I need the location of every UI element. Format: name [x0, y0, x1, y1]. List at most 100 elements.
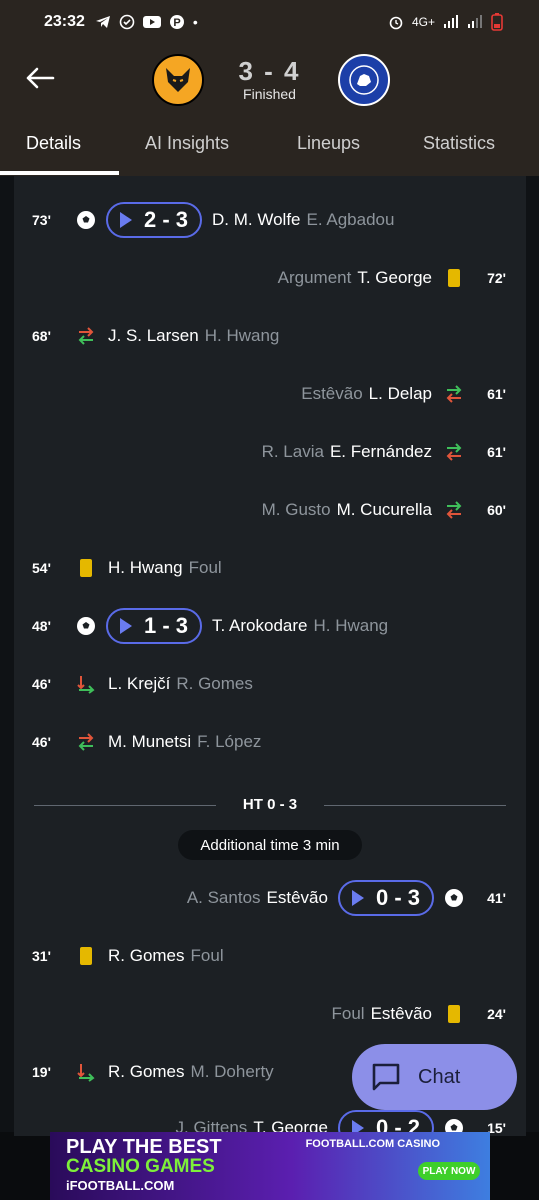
event-minute: 73' [32, 212, 51, 228]
timeline-event[interactable]: Estêvão L. Delap 61' [14, 374, 526, 414]
event-player: H. Hwang [108, 558, 183, 577]
event-minute: 61' [487, 444, 506, 460]
event-minute: 72' [487, 270, 506, 286]
play-icon [120, 212, 132, 228]
timeline-event[interactable]: 46' L. Krejčí R. Gomes [14, 664, 526, 704]
event-player: M. Munetsi [108, 732, 192, 751]
event-player: L. Delap [368, 384, 432, 403]
event-minute: 24' [487, 1006, 506, 1022]
event-secondary: Foul [188, 558, 222, 577]
timeline-event[interactable]: 48' 1 - 3 T. Arokodare H. Hwang [14, 606, 526, 646]
ad-domain: iFOOTBALL.COM [66, 1178, 175, 1193]
timeline-event[interactable]: 46' M. Munetsi F. López [14, 722, 526, 762]
tab-bar: Details AI Insights Lineups Statistics [0, 126, 539, 176]
goal-score: 1 - 3 [144, 613, 189, 638]
pinterest-icon: P [169, 15, 184, 29]
status-time: 23:32 [44, 13, 85, 30]
yellow-card-icon [76, 558, 96, 578]
timeline-event[interactable]: 31' R. Gomes Foul [14, 936, 526, 976]
telegram-icon [95, 16, 110, 28]
tab-ai-insights[interactable]: AI Insights [145, 126, 229, 176]
timeline-event[interactable]: 73' 2 - 3 D. M. Wolfe E. Agbadou [14, 200, 526, 240]
notification-icons: P • [95, 14, 198, 30]
tab-lineups[interactable]: Lineups [297, 126, 360, 176]
chat-button[interactable]: Chat [352, 1044, 517, 1110]
event-minute: 19' [32, 1064, 51, 1080]
timeline-event[interactable]: 68' J. S. Larsen H. Hwang [14, 316, 526, 356]
event-secondary: R. Gomes [176, 674, 253, 693]
event-secondary: Foul [331, 1004, 365, 1023]
tab-details[interactable]: Details [26, 126, 81, 176]
event-player: R. Gomes [108, 946, 185, 965]
match-header: 3 - 4 Finished Details AI Insights Lineu… [0, 44, 539, 176]
battery-icon [491, 13, 503, 31]
event-minute: 41' [487, 890, 506, 906]
football-icon [444, 888, 464, 908]
event-minute: 46' [32, 734, 51, 750]
goal-score: 2 - 3 [144, 207, 189, 232]
goal-replay-button[interactable]: 0 - 3 [337, 880, 434, 916]
event-secondary: M. Gusto [261, 500, 331, 519]
match-timeline[interactable]: 73' 2 - 3 D. M. Wolfe E. Agbadou Argument… [14, 176, 526, 1136]
play-icon [120, 618, 132, 634]
event-secondary: A. Santos [186, 888, 261, 907]
chat-bubble-icon [372, 1063, 400, 1091]
event-minute: 48' [32, 618, 51, 634]
event-player: M. Cucurella [336, 500, 432, 519]
event-player: E. Fernández [329, 442, 432, 461]
alarm-icon [389, 16, 403, 30]
timeline-event[interactable]: Foul Estêvão 24' [14, 994, 526, 1034]
ad-cta-button[interactable]: PLAY NOW [418, 1162, 480, 1180]
timeline-event[interactable]: A. Santos Estêvão 0 - 3 41' [14, 878, 526, 918]
ad-subheadline: CASINO GAMES [66, 1156, 215, 1177]
goal-replay-button[interactable]: 1 - 3 [106, 608, 203, 644]
event-minute: 54' [32, 560, 51, 576]
substitution-icon [444, 442, 464, 462]
substitution-icon [444, 500, 464, 520]
substitution-icon [76, 732, 96, 752]
substitution-icon [76, 1062, 96, 1082]
away-team-logo[interactable] [338, 54, 390, 106]
additional-time-badge: Additional time 3 min [178, 830, 362, 860]
event-player: L. Krejčí [108, 674, 171, 693]
yellow-card-icon [76, 946, 96, 966]
event-secondary: H. Hwang [313, 616, 389, 635]
timeline-event[interactable]: 54' H. Hwang Foul [14, 548, 526, 588]
event-player: T. Arokodare [212, 616, 308, 635]
event-secondary: H. Hwang [204, 326, 280, 345]
yellow-card-icon [444, 1004, 464, 1024]
event-secondary: M. Doherty [190, 1062, 274, 1081]
timeline-event[interactable]: M. Gusto M. Cucurella 60' [14, 490, 526, 530]
match-score: 3 - 4 [238, 56, 301, 86]
check-circle-icon [119, 14, 135, 30]
status-bar: 23:32 P • 4G+ [0, 0, 539, 44]
event-player: T. George [357, 268, 432, 287]
goal-replay-button[interactable]: 2 - 3 [106, 202, 203, 238]
event-secondary: F. López [197, 732, 262, 751]
tab-statistics[interactable]: Statistics [423, 126, 495, 176]
event-secondary: Argument [277, 268, 352, 287]
substitution-icon [444, 384, 464, 404]
goal-score: 0 - 3 [375, 885, 420, 910]
youtube-icon [142, 16, 161, 28]
timeline-event[interactable]: Argument T. George 72' [14, 258, 526, 298]
event-secondary: R. Lavia [261, 442, 324, 461]
event-player: J. S. Larsen [108, 326, 199, 345]
event-player: Estêvão [370, 1004, 432, 1023]
substitution-icon [76, 326, 96, 346]
timeline-event[interactable]: R. Lavia E. Fernández 61' [14, 432, 526, 472]
event-minute: 31' [32, 948, 51, 964]
event-player: Estêvão [266, 888, 328, 907]
event-secondary: Foul [190, 946, 224, 965]
football-icon [76, 210, 96, 230]
system-icons: 4G+ [388, 13, 503, 31]
ad-banner[interactable]: PLAY THE BEST CASINO GAMES iFOOTBALL.COM… [50, 1132, 490, 1200]
event-minute: 60' [487, 502, 506, 518]
network-type: 4G+ [411, 15, 435, 29]
signal-icon-2 [468, 15, 482, 28]
event-minute: 46' [32, 676, 51, 692]
ad-brand: FOOTBALL.COM CASINO [305, 1138, 440, 1150]
event-secondary: E. Agbadou [306, 210, 395, 229]
active-tab-indicator [0, 171, 119, 175]
event-secondary: Estêvão [301, 384, 363, 403]
